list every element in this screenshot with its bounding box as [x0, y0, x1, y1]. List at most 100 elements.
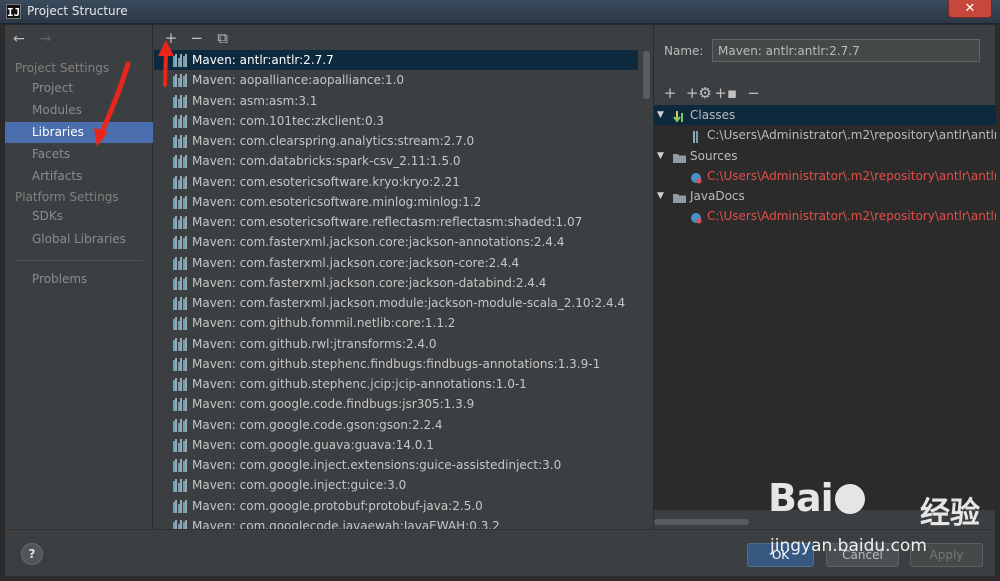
library-icon	[173, 459, 187, 472]
library-icon	[173, 236, 187, 250]
tree-root-path[interactable]: C:\Users\Administrator\.m2\repository\an…	[654, 125, 996, 145]
remove-root-button[interactable]: −	[741, 84, 765, 102]
library-row[interactable]: Maven: com.databricks:spark-csv_2.11:1.5…	[154, 151, 638, 171]
library-icon	[173, 479, 187, 493]
window-title: Project Structure	[27, 4, 128, 18]
jar-icon	[690, 129, 702, 144]
library-row[interactable]: Maven: com.github.rwl:jtransforms:2.4.0	[154, 334, 638, 354]
expand-arrow-icon[interactable]: ▼	[657, 186, 664, 206]
libraries-toolbar: + − ⧉	[160, 29, 234, 49]
library-name: Maven: com.fasterxml.jackson.module:jack…	[192, 296, 626, 310]
sidebar-item-global-libraries[interactable]: Global Libraries	[5, 229, 153, 250]
add-jar-button[interactable]: +▪	[714, 84, 738, 102]
library-row[interactable]: Maven: antlr:antlr:2.7.7	[154, 50, 638, 71]
library-row[interactable]: Maven: com.clearspring.analytics:stream:…	[154, 131, 638, 151]
library-icon	[173, 297, 187, 310]
library-icon	[173, 357, 187, 371]
library-row[interactable]: Maven: com.google.guava:guava:14.0.1	[154, 435, 638, 455]
library-icon	[173, 499, 187, 513]
missing-file-icon	[690, 170, 702, 184]
library-row[interactable]: Maven: asm:asm:3.1	[154, 91, 638, 111]
expand-arrow-icon[interactable]: ▼	[657, 105, 664, 125]
forward-arrow-icon[interactable]: →	[39, 31, 61, 47]
tree-horizontal-scrollbar[interactable]	[654, 519, 749, 525]
library-name: Maven: com.github.stephenc.findbugs:find…	[192, 356, 601, 371]
tree-root-path[interactable]: C:\Users\Administrator\.m2\repository\an…	[654, 206, 996, 226]
library-icon	[173, 337, 187, 351]
library-row[interactable]: Maven: com.fasterxml.jackson.module:jack…	[154, 293, 638, 313]
library-icon	[173, 94, 187, 108]
library-row[interactable]: Maven: aopalliance:aopalliance:1.0	[154, 70, 638, 90]
library-row[interactable]: Maven: com.github.fommil.netlib:core:1.1…	[154, 313, 638, 333]
sidebar-item-facets[interactable]: Facets	[5, 144, 153, 165]
sidebar-item-problems[interactable]: Problems	[5, 269, 153, 290]
library-icon	[173, 74, 187, 88]
library-row[interactable]: Maven: com.github.stephenc.jcip:jcip-ann…	[154, 374, 638, 394]
library-row[interactable]: Maven: com.101tec:zkclient:0.3	[154, 111, 638, 131]
add-library-button[interactable]: +	[160, 29, 182, 47]
library-row[interactable]: Maven: com.fasterxml.jackson.core:jackso…	[154, 253, 638, 273]
library-name: Maven: com.clearspring.analytics:stream:…	[192, 134, 475, 148]
platform-settings-header: Platform Settings	[15, 190, 119, 204]
library-icon	[173, 398, 187, 412]
library-name: Maven: com.esotericsoftware.kryo:kryo:2.…	[192, 174, 460, 189]
sidebar-item-artifacts[interactable]: Artifacts	[5, 166, 153, 187]
libraries-panel: + − ⧉ Maven: antlr:antlr:2.7.7 Maven: aop…	[154, 25, 651, 529]
back-arrow-icon[interactable]: ←	[13, 31, 35, 47]
library-row[interactable]: Maven: com.google.code.gson:gson:2.2.4	[154, 415, 638, 435]
library-name-field[interactable]	[712, 39, 980, 62]
library-icon	[173, 54, 187, 67]
library-details-panel: Name: + +⚙ +▪ − ▼ Classes C:\Users\Adminis…	[653, 25, 996, 529]
library-name: Maven: com.google.inject:guice:3.0	[192, 478, 407, 493]
sidebar-item-project[interactable]: Project	[5, 78, 153, 99]
tree-category[interactable]: ▼ Classes	[654, 105, 996, 126]
help-button[interactable]: ?	[21, 543, 43, 565]
library-name: Maven: com.google.guava:guava:14.0.1	[192, 437, 434, 452]
sidebar-item-sdks[interactable]: SDKs	[5, 206, 153, 227]
copy-library-button[interactable]: ⧉	[212, 29, 234, 47]
sidebar-item-libraries[interactable]: Libraries	[5, 122, 153, 143]
library-name: Maven: com.101tec:zkclient:0.3	[192, 113, 385, 128]
ok-button[interactable]: OK	[747, 543, 814, 567]
add-configured-root-button[interactable]: +⚙	[686, 84, 712, 102]
library-row[interactable]: Maven: com.google.inject:guice:3.0	[154, 475, 638, 495]
intellij-app-icon: IJ	[6, 4, 21, 19]
tree-category[interactable]: ▼ Sources	[654, 146, 996, 166]
library-icon	[173, 418, 187, 432]
sidebar-item-modules[interactable]: Modules	[5, 100, 153, 121]
library-row[interactable]: Maven: com.esotericsoftware.reflectasm:r…	[154, 212, 638, 232]
library-row[interactable]: Maven: com.esotericsoftware.minlog:minlo…	[154, 192, 638, 212]
tree-category-label: JavaDocs	[690, 189, 745, 204]
classes-icon	[673, 109, 686, 123]
library-name: Maven: com.github.stephenc.jcip:jcip-ann…	[192, 377, 527, 391]
library-row[interactable]: Maven: com.github.stephenc.findbugs:find…	[154, 354, 638, 374]
library-row[interactable]: Maven: com.google.inject.extensions:guic…	[154, 455, 638, 475]
expand-arrow-icon[interactable]: ▼	[657, 146, 664, 166]
root-path-label: C:\Users\Administrator\.m2\repository\an…	[707, 128, 996, 143]
libraries-scrollbar[interactable]	[643, 51, 650, 99]
libraries-list: Maven: antlr:antlr:2.7.7 Maven: aopallian…	[154, 50, 638, 529]
library-row[interactable]: Maven: com.googlecode.javaewah:JavaEWAH:…	[154, 516, 638, 529]
close-button[interactable]: ✕	[948, 0, 992, 18]
project-structure-dialog: ← → Project Settings Project Modules Lib…	[5, 25, 996, 576]
library-name: Maven: com.googlecode.javaewah:JavaEWAH:…	[192, 518, 500, 529]
tree-category-label: Classes	[690, 108, 736, 122]
tree-category-label: Sources	[690, 148, 738, 163]
library-row[interactable]: Maven: com.google.code.findbugs:jsr305:1…	[154, 394, 638, 414]
add-root-button[interactable]: +	[658, 84, 682, 102]
remove-library-button[interactable]: −	[186, 29, 208, 47]
tree-root-path[interactable]: C:\Users\Administrator\.m2\repository\an…	[654, 166, 996, 186]
root-path-label: C:\Users\Administrator\.m2\repository\an…	[707, 209, 996, 224]
library-row[interactable]: Maven: com.fasterxml.jackson.core:jackso…	[154, 232, 638, 252]
library-name: Maven: com.esotericsoftware.reflectasm:r…	[192, 215, 583, 229]
library-name: Maven: com.google.code.gson:gson:2.2.4	[192, 417, 443, 432]
cancel-button[interactable]: Cancel	[826, 543, 899, 567]
library-icon	[173, 135, 187, 148]
dialog-footer: ? OK Cancel Apply	[5, 529, 995, 576]
nav-arrows: ← →	[13, 31, 61, 47]
library-row[interactable]: Maven: com.fasterxml.jackson.core:jackso…	[154, 273, 638, 293]
apply-button[interactable]: Apply	[910, 543, 983, 567]
library-row[interactable]: Maven: com.esotericsoftware.kryo:kryo:2.…	[154, 172, 638, 192]
library-row[interactable]: Maven: com.google.protobuf:protobuf-java…	[154, 496, 638, 516]
tree-category[interactable]: ▼ JavaDocs	[654, 186, 996, 206]
